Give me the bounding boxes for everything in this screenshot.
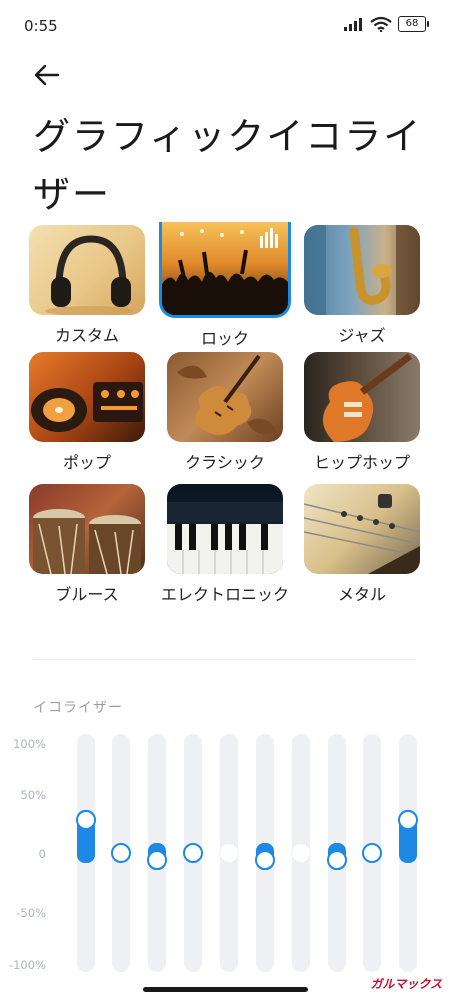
- preset-label: メタル: [337, 585, 386, 604]
- electric-guitar-image: [322, 353, 413, 442]
- preset-label: クラシック: [185, 453, 265, 472]
- preset-thumbnail: [29, 484, 145, 574]
- preset-hiphop[interactable]: ヒップホップ: [292, 352, 432, 476]
- preset-electronic[interactable]: エレクトロニック: [155, 484, 295, 608]
- preset-classic[interactable]: クラシック: [155, 352, 295, 476]
- violin-image: [177, 354, 277, 435]
- drums-image: [33, 509, 141, 574]
- home-indicator[interactable]: [143, 987, 308, 992]
- keyboard-image: [167, 502, 283, 574]
- back-button[interactable]: [30, 58, 70, 92]
- eq-band-knob[interactable]: [291, 843, 311, 863]
- guitar-strings-image: [304, 494, 420, 574]
- preset-thumbnail: [29, 352, 145, 442]
- status-icons: 68: [344, 16, 429, 32]
- status-bar: 0:55 68: [0, 0, 450, 54]
- axis-label-minus50: -50%: [16, 906, 46, 920]
- headphones-image: [45, 235, 133, 315]
- eq-band-slider-6[interactable]: [255, 734, 275, 972]
- eq-band-knob[interactable]: [183, 843, 203, 863]
- eq-band-knob[interactable]: [111, 843, 131, 863]
- preset-jazz[interactable]: ジャズ: [292, 225, 432, 349]
- preset-label: カスタム: [54, 326, 119, 345]
- page-title: グラフィックイコライザー: [33, 115, 423, 216]
- watermark: ガルマックス: [370, 977, 442, 991]
- preset-thumbnail: [167, 484, 283, 574]
- preset-thumbnail: [304, 352, 420, 442]
- eq-band-slider-1[interactable]: [76, 734, 96, 972]
- eq-band-knob[interactable]: [255, 849, 275, 870]
- eq-band-slider-8[interactable]: [327, 734, 347, 972]
- eq-band-knob[interactable]: [362, 843, 382, 863]
- equalizer-section-label: イコライザー: [33, 700, 123, 716]
- section-divider: [33, 659, 417, 660]
- preset-label: ヒップホップ: [313, 453, 410, 472]
- preset-label: ロック: [200, 329, 249, 348]
- eq-band-slider-7[interactable]: [291, 734, 311, 972]
- preset-label: エレクトロニック: [160, 585, 289, 604]
- concert-crowd-image: [162, 228, 288, 315]
- preset-metal[interactable]: メタル: [292, 484, 432, 608]
- saxophone-image: [304, 225, 420, 315]
- preset-pop[interactable]: ポップ: [17, 352, 157, 476]
- preset-label: ポップ: [62, 453, 111, 472]
- eq-band-slider-3[interactable]: [147, 734, 167, 972]
- eq-band-knob[interactable]: [327, 849, 347, 870]
- preset-thumbnail: [167, 352, 283, 442]
- preset-thumbnail: [159, 222, 291, 318]
- preset-thumbnail: [304, 225, 420, 315]
- eq-band-slider-9[interactable]: [362, 734, 382, 972]
- wifi-icon: [370, 16, 392, 32]
- preset-rock[interactable]: ロック: [155, 222, 295, 352]
- eq-band-knob[interactable]: [147, 849, 167, 870]
- eq-band-slider-4[interactable]: [183, 734, 203, 972]
- eq-band-knob[interactable]: [219, 843, 239, 863]
- axis-label-0: 0: [38, 847, 46, 861]
- back-arrow-icon: [34, 64, 60, 86]
- battery-icon: 68: [398, 16, 429, 32]
- axis-label-minus100: -100%: [8, 958, 46, 972]
- preset-label: ジャズ: [338, 326, 386, 345]
- eq-band-slider-10[interactable]: [398, 734, 418, 972]
- dj-turntable-image: [31, 382, 143, 432]
- axis-label-50: 50%: [20, 788, 46, 802]
- axis-label-100: 100%: [13, 737, 46, 751]
- eq-band-slider-2[interactable]: [111, 734, 131, 972]
- status-time: 0:55: [24, 17, 58, 35]
- preset-grid: カスタム ロック ジャズ ポップ クラシック ヒップホップ ブルース エレクトロ…: [0, 222, 450, 642]
- signal-icon: [344, 18, 362, 31]
- eq-band-slider-5[interactable]: [219, 734, 239, 972]
- preset-thumbnail: [304, 484, 420, 574]
- eq-band-knob[interactable]: [398, 810, 418, 830]
- preset-thumbnail: [29, 225, 145, 315]
- preset-label: ブルース: [55, 585, 119, 604]
- preset-blues[interactable]: ブルース: [17, 484, 157, 608]
- preset-custom[interactable]: カスタム: [17, 225, 157, 349]
- eq-band-knob[interactable]: [76, 810, 96, 830]
